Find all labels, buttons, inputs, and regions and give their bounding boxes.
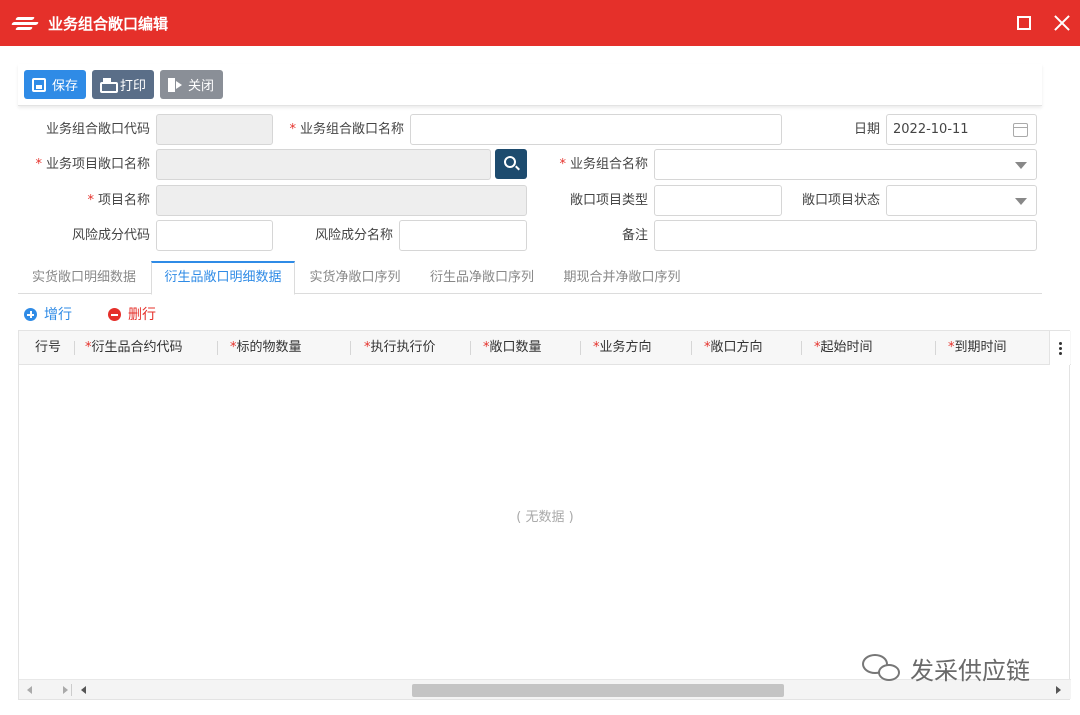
exposure-project-status-select[interactable]: [886, 185, 1037, 216]
column-header-expiry-time[interactable]: *到期时间: [948, 331, 1007, 365]
print-icon: [100, 77, 118, 93]
save-icon: [32, 77, 46, 92]
exposure-project-type-label: 敞口项目类型: [569, 193, 648, 208]
column-header-contract-code[interactable]: *衍生品合约代码: [85, 331, 183, 365]
risk-component-code-field[interactable]: [156, 220, 273, 251]
window-titlebar: 业务组合敞口编辑: [0, 0, 1080, 46]
print-button-label: 打印: [120, 79, 147, 94]
project-exposure-name-field[interactable]: [156, 149, 491, 180]
app-logo-icon: [11, 16, 39, 30]
tab-derivative-net-exposure-series[interactable]: 衍生品净敞口序列: [420, 261, 544, 294]
close-button-label: 关闭: [188, 79, 215, 94]
delete-row-button[interactable]: 删行: [108, 304, 156, 326]
calendar-icon[interactable]: [1013, 123, 1028, 137]
toolbar: 保存 打印 关闭: [18, 64, 1042, 106]
column-header-business-direction[interactable]: *业务方向: [593, 331, 652, 365]
business-group-name-select[interactable]: [654, 149, 1037, 180]
chevron-down-icon: [1015, 162, 1027, 169]
project-name-label: * 项目名称: [87, 193, 150, 208]
save-button-label: 保存: [52, 79, 79, 94]
maximize-button[interactable]: [1012, 11, 1036, 35]
exposure-project-status-label: 敞口项目状态: [801, 193, 880, 208]
scroll-right-icon[interactable]: [63, 686, 68, 694]
print-button[interactable]: 打印: [92, 70, 154, 99]
watermark: 发采供应链: [862, 648, 1030, 688]
portfolio-code-field[interactable]: [156, 114, 273, 145]
watermark-text: 发采供应链: [910, 656, 1030, 685]
project-name-field[interactable]: [156, 185, 527, 216]
detail-tabs: 实货敞口明细数据 衍生品敞口明细数据 实货净敞口序列 衍生品净敞口序列 期现合并…: [18, 261, 1042, 295]
tab-combined-net-exposure-series[interactable]: 期现合并净敞口序列: [554, 261, 690, 294]
exit-icon: [168, 77, 182, 92]
close-icon: [1053, 14, 1071, 32]
scrollbar-thumb[interactable]: [412, 684, 784, 697]
project-exposure-name-label: * 业务项目敞口名称: [35, 157, 150, 172]
plus-circle-icon: [24, 308, 37, 321]
column-header-exposure-direction[interactable]: *敞口方向: [704, 331, 763, 365]
save-button[interactable]: 保存: [24, 70, 86, 99]
scroll-left-icon[interactable]: [81, 686, 86, 694]
scroll-left-icon[interactable]: [27, 686, 32, 694]
portfolio-name-label: * 业务组合敞口名称: [289, 122, 404, 137]
exposure-project-type-field[interactable]: [654, 185, 782, 216]
date-field[interactable]: 2022-10-11: [886, 114, 1037, 145]
search-icon: [504, 156, 516, 168]
wechat-icon: [862, 652, 906, 684]
maximize-icon: [1017, 16, 1031, 30]
close-window-button[interactable]: [1050, 11, 1074, 35]
risk-component-code-label: 风险成分代码: [71, 228, 150, 243]
column-header-row-number[interactable]: 行号: [35, 331, 61, 365]
column-menu-button[interactable]: [1049, 331, 1070, 365]
add-row-button[interactable]: 增行: [24, 304, 72, 326]
scroll-right-icon[interactable]: [1056, 686, 1061, 694]
window-title: 业务组合敞口编辑: [48, 14, 169, 33]
business-group-name-label: * 业务组合名称: [559, 157, 648, 172]
tab-spot-net-exposure-series[interactable]: 实货净敞口序列: [300, 261, 410, 294]
remark-field[interactable]: [654, 220, 1037, 251]
risk-component-name-label: 风险成分名称: [314, 228, 393, 243]
remark-label: 备注: [621, 228, 648, 243]
chevron-down-icon: [1015, 198, 1027, 205]
column-header-strike-price[interactable]: *执行执行价: [364, 331, 436, 365]
tab-derivative-exposure-detail[interactable]: 衍生品敞口明细数据: [151, 261, 295, 295]
risk-component-name-field[interactable]: [399, 220, 527, 251]
column-header-start-time[interactable]: *起始时间: [814, 331, 873, 365]
portfolio-code-label: 业务组合敞口代码: [45, 122, 150, 137]
column-header-underlying-quantity[interactable]: *标的物数量: [230, 331, 302, 365]
empty-state-text: ( 无数据 ): [516, 510, 574, 525]
portfolio-name-field[interactable]: [410, 114, 782, 145]
close-button[interactable]: 关闭: [160, 70, 223, 99]
column-header-exposure-quantity[interactable]: *敞口数量: [483, 331, 542, 365]
derivative-detail-grid: 行号 *衍生品合约代码 *标的物数量 *执行执行价 *敞口数量 *业务方向 *敞…: [18, 330, 1071, 700]
minus-circle-icon: [108, 308, 121, 321]
grid-header: 行号 *衍生品合约代码 *标的物数量 *执行执行价 *敞口数量 *业务方向 *敞…: [19, 331, 1071, 365]
search-button[interactable]: [495, 149, 527, 179]
date-value: 2022-10-11: [893, 122, 969, 137]
date-label: 日期: [853, 122, 880, 137]
tab-spot-exposure-detail[interactable]: 实货敞口明细数据: [18, 261, 150, 294]
